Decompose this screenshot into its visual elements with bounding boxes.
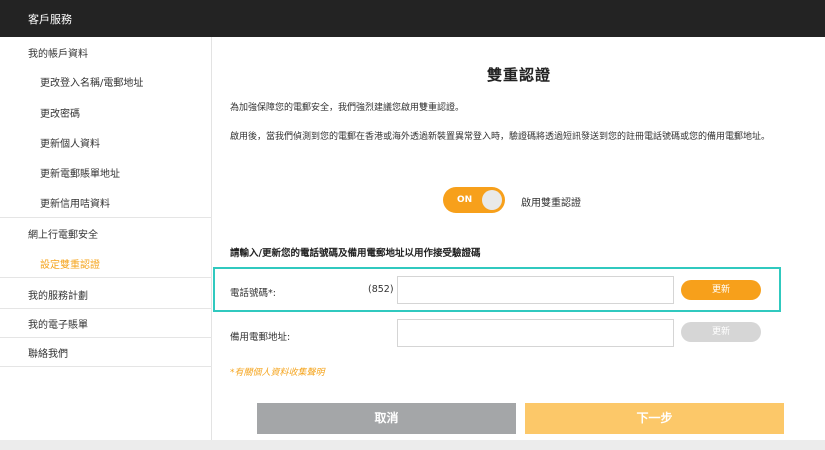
sidebar-divider bbox=[0, 217, 212, 218]
top-bar: 客戶服務 bbox=[0, 0, 825, 37]
sidebar-divider bbox=[0, 337, 212, 338]
page-title: 雙重認證 bbox=[486, 66, 551, 84]
toggle-state-label: ON bbox=[457, 195, 473, 205]
app-title: 客戶服務 bbox=[28, 13, 72, 26]
sidebar-item-update-billing-address[interactable]: 更新電郵賬單地址 bbox=[40, 165, 120, 180]
two-factor-toggle[interactable]: ON bbox=[443, 187, 505, 213]
description-text: 啟用後，當我們偵測到您的電郵在香港或海外透過新裝置異常登入時，驗證碼將透過短訊發… bbox=[230, 132, 771, 142]
cancel-button[interactable]: 取消 bbox=[257, 403, 516, 434]
phone-input[interactable] bbox=[397, 276, 674, 304]
section-heading: 請輸入/更新您的電話號碼及備用電郵地址以用作接受驗證碼 bbox=[230, 248, 481, 259]
sidebar-item-update-profile[interactable]: 更新個人資料 bbox=[40, 135, 100, 150]
sidebar-divider bbox=[0, 277, 212, 278]
sidebar-divider bbox=[0, 366, 212, 367]
sidebar-item-account[interactable]: 我的帳戶資料 bbox=[28, 45, 88, 60]
backup-email-label: 備用電郵地址: bbox=[230, 332, 291, 343]
phone-prefix: (852) bbox=[368, 284, 394, 295]
privacy-notice-link[interactable]: *有關個人資料收集聲明 bbox=[230, 365, 325, 378]
sidebar-item-change-login[interactable]: 更改登入名稱/電郵地址 bbox=[40, 74, 143, 89]
toggle-knob bbox=[482, 190, 502, 210]
sidebar-item-two-factor[interactable]: 設定雙重認證 bbox=[40, 256, 100, 271]
next-button[interactable]: 下一步 bbox=[525, 403, 784, 434]
phone-label: 電話號碼*: bbox=[230, 288, 276, 299]
intro-text: 為加強保障您的電郵安全，我們強烈建議您啟用雙重認證。 bbox=[230, 103, 465, 113]
sidebar-item-contact[interactable]: 聯絡我們 bbox=[28, 345, 68, 360]
main-content: 雙重認證 為加強保障您的電郵安全，我們強烈建議您啟用雙重認證。 啟用後，當我們偵… bbox=[213, 37, 825, 440]
sidebar-item-e-bill[interactable]: 我的電子賬單 bbox=[28, 316, 88, 331]
sidebar-item-update-credit-card[interactable]: 更新信用咭資料 bbox=[40, 195, 110, 210]
toggle-label: 啟用雙重認證 bbox=[521, 198, 581, 209]
update-phone-button[interactable]: 更新 bbox=[681, 280, 761, 300]
bottom-band bbox=[0, 440, 825, 450]
update-email-button[interactable]: 更新 bbox=[681, 322, 761, 342]
sidebar-item-change-password[interactable]: 更改密碼 bbox=[40, 105, 80, 120]
sidebar-item-service-plan[interactable]: 我的服務計劃 bbox=[28, 287, 88, 302]
backup-email-input[interactable] bbox=[397, 319, 674, 347]
sidebar-divider bbox=[0, 308, 212, 309]
sidebar-item-email-security[interactable]: 網上行電郵安全 bbox=[28, 226, 98, 241]
sidebar: 我的帳戶資料 更改登入名稱/電郵地址 更改密碼 更新個人資料 更新電郵賬單地址 … bbox=[0, 37, 212, 450]
